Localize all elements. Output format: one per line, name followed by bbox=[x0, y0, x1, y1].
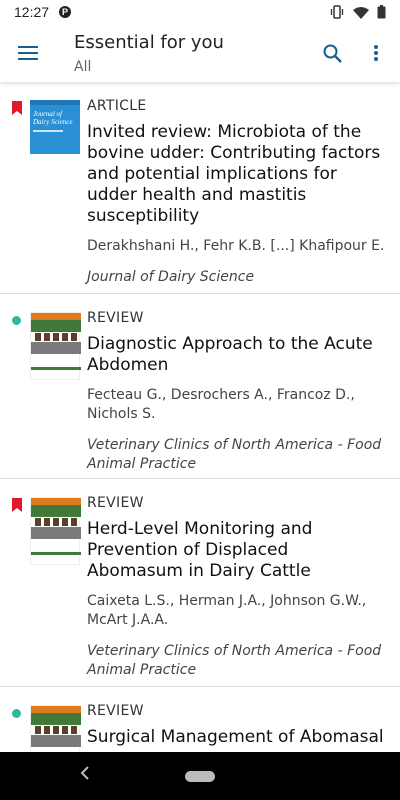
article-authors: Caixeta L.S., Herman J.A., Johnson G.W.,… bbox=[87, 593, 367, 628]
journal-name: Veterinary Clinics of North America - Fo… bbox=[87, 437, 382, 472]
status-icons bbox=[329, 5, 386, 19]
article-type: REVIEW bbox=[87, 703, 144, 719]
vet-clinics-cover bbox=[30, 497, 81, 565]
vibrate-icon bbox=[330, 5, 344, 19]
search-button[interactable] bbox=[310, 29, 354, 77]
article-title[interactable]: Invited review: Microbiota of the bovine… bbox=[87, 122, 388, 227]
article-title[interactable]: Surgical Management of Abomasal bbox=[87, 727, 388, 748]
article-type: REVIEW bbox=[87, 495, 144, 511]
home-pill[interactable] bbox=[185, 770, 215, 782]
journal-name: Journal of Dairy Science bbox=[87, 269, 255, 285]
bookmark-icon[interactable] bbox=[12, 101, 22, 115]
overflow-menu-button[interactable] bbox=[354, 29, 398, 77]
unread-indicator-dot bbox=[12, 709, 21, 718]
app-bar-actions bbox=[310, 29, 400, 77]
article-title[interactable]: Herd-Level Monitoring and Prevention of … bbox=[87, 519, 388, 582]
app-bar: Essential for you All bbox=[0, 24, 400, 82]
unread-indicator-dot bbox=[12, 316, 21, 325]
article-authors: Derakhshani H., Fehr K.B. [...] Khafipou… bbox=[87, 238, 385, 254]
article-type: ARTICLE bbox=[87, 98, 147, 114]
wifi-icon bbox=[353, 6, 369, 19]
system-nav-bar bbox=[0, 752, 400, 800]
article-card[interactable]: REVIEW Surgical Management of Abomasal bbox=[0, 687, 400, 752]
notification-app-icon: P bbox=[59, 6, 72, 18]
journal-name: Veterinary Clinics of North America - Fo… bbox=[87, 643, 382, 678]
bookmark-icon[interactable] bbox=[12, 498, 22, 512]
battery-icon bbox=[377, 5, 386, 19]
journal-of-dairy-science-cover: Journal of Dairy Science bbox=[30, 100, 80, 168]
status-bar: 12:27 P bbox=[0, 0, 400, 24]
hamburger-menu-icon bbox=[18, 46, 38, 60]
article-card[interactable]: REVIEW Herd-Level Monitoring and Prevent… bbox=[0, 479, 400, 687]
article-card[interactable]: Journal of Dairy Science ARTICLE Invited… bbox=[0, 82, 400, 294]
article-title[interactable]: Diagnostic Approach to the Acute Abdomen bbox=[87, 334, 388, 376]
menu-button[interactable] bbox=[0, 25, 56, 81]
status-time: 12:27 bbox=[14, 4, 50, 20]
page-title: Essential for you bbox=[74, 31, 224, 53]
back-icon[interactable] bbox=[80, 766, 90, 780]
filter-subtitle[interactable]: All bbox=[74, 59, 224, 75]
article-card[interactable]: REVIEW Diagnostic Approach to the Acute … bbox=[0, 294, 400, 479]
search-icon bbox=[323, 44, 342, 63]
vet-clinics-cover bbox=[30, 705, 81, 752]
article-authors: Fecteau G., Desrochers A., Francoz D., N… bbox=[87, 387, 355, 422]
article-type: REVIEW bbox=[87, 310, 144, 326]
more-vert-icon bbox=[374, 45, 378, 61]
header-titles: Essential for you All bbox=[74, 32, 224, 75]
vet-clinics-cover bbox=[30, 312, 81, 380]
article-feed[interactable]: Journal of Dairy Science ARTICLE Invited… bbox=[0, 82, 400, 752]
cover-title: Journal of Dairy Science bbox=[33, 110, 73, 126]
